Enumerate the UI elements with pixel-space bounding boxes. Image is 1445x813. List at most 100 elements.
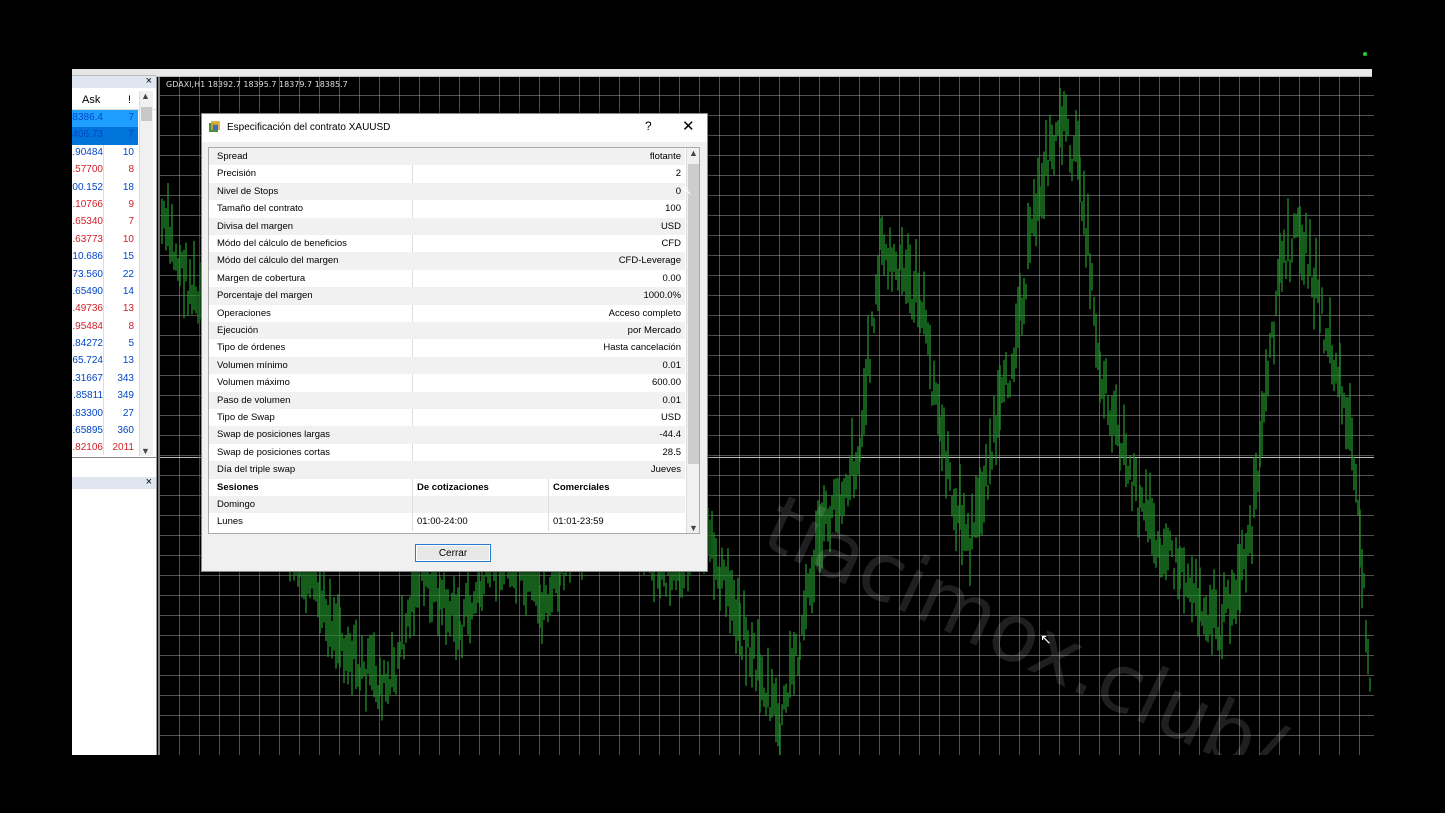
spec-row[interactable]: Tipo de Swap USD <box>209 409 685 426</box>
dialog-title: Especificación del contrato XAUUSD <box>227 122 391 133</box>
market-watch-row[interactable]: 00.152 18 <box>72 180 138 197</box>
spec-scrollbar[interactable]: ▲ ▼ <box>686 148 699 533</box>
market-watch-panel: × Ask ! 8386.4 7 406.73 7 .90484 10 .57700 8 00.… <box>72 69 157 755</box>
spec-key: Precisión <box>217 168 257 180</box>
spec-row[interactable]: Paso de volumen 0.01 <box>209 391 685 409</box>
market-watch-row[interactable]: .82106 2011 <box>72 440 138 457</box>
market-watch-row[interactable]: 8386.4 7 <box>72 110 138 128</box>
spec-row[interactable]: Día del triple swap Jueves <box>209 461 685 479</box>
spread-value: 7 <box>128 216 134 228</box>
spread-value: 8 <box>128 164 134 176</box>
market-watch-row[interactable]: 406.73 7 <box>72 127 138 145</box>
market-watch-row[interactable]: 73.560 22 <box>72 267 138 284</box>
market-watch-row[interactable]: .49736 13 <box>72 301 138 318</box>
market-watch-row[interactable]: .65490 14 <box>72 284 138 301</box>
market-watch-row[interactable]: .85811 349 <box>72 388 138 405</box>
spec-row[interactable]: Módo del cálculo del margen CFD-Leverage <box>209 252 685 270</box>
close-button[interactable]: Cerrar <box>415 544 491 562</box>
ask-price: 00.152 <box>72 181 103 193</box>
spec-row[interactable]: Swap de posiciones largas -44.4 <box>209 426 685 444</box>
scroll-up-icon[interactable]: ▲ <box>689 148 698 158</box>
market-watch-row[interactable]: .57700 8 <box>72 162 138 179</box>
ask-price: 73.560 <box>72 268 103 280</box>
ask-price: 406.73 <box>72 129 103 141</box>
spread-value: 13 <box>122 355 134 367</box>
ask-price: 8386.4 <box>72 112 103 123</box>
spec-row[interactable]: Precisión 2 <box>209 165 685 182</box>
column-header-spread[interactable]: ! <box>128 94 131 106</box>
column-header-ask[interactable]: Ask <box>82 94 100 106</box>
market-watch-row[interactable]: .83300 27 <box>72 406 138 423</box>
market-watch-row[interactable]: .84272 5 <box>72 336 138 353</box>
spec-row[interactable]: Swap de posiciones cortas 28.5 <box>209 444 685 461</box>
scroll-thumb[interactable] <box>141 107 152 121</box>
scroll-down-icon[interactable]: ▼ <box>141 446 150 456</box>
spread-value: 7 <box>128 112 134 123</box>
market-watch-row[interactable]: .65340 7 <box>72 214 138 231</box>
spread-value: 360 <box>117 425 134 437</box>
ask-price: .65895 <box>72 425 103 437</box>
help-icon[interactable]: ? <box>645 119 652 133</box>
ask-price: .65340 <box>72 216 103 228</box>
spec-row[interactable]: Módo del cálculo de beneficios CFD <box>209 235 685 252</box>
market-watch-row[interactable]: .63773 10 <box>72 232 138 249</box>
market-watch-row[interactable]: .95484 8 <box>72 319 138 336</box>
session-row[interactable]: Lunes 01:00-24:00 01:01-23:59 <box>209 513 685 530</box>
scroll-thumb[interactable] <box>688 164 699 464</box>
market-watch-row[interactable]: 65.724 13 <box>72 353 138 370</box>
spec-row[interactable]: Tipo de órdenes Hasta cancelación <box>209 339 685 356</box>
spec-key: Porcentaje del margen <box>217 290 313 302</box>
market-watch-row[interactable]: .10766 9 <box>72 197 138 214</box>
spread-value: 10 <box>122 233 134 245</box>
spread-value: 22 <box>122 268 134 280</box>
session-column-separator <box>548 478 549 531</box>
mouse-cursor-icon: ↖ <box>1040 631 1052 647</box>
market-watch-row[interactable]: .90484 10 <box>72 145 138 162</box>
ask-price: .10766 <box>72 198 103 210</box>
dialog-titlebar: Especificación del contrato XAUUSD ? ✕ <box>202 114 707 142</box>
ask-price: .65490 <box>72 285 103 297</box>
spec-key: Tipo de órdenes <box>217 342 286 354</box>
market-watch-row[interactable]: 10.686 15 <box>72 249 138 266</box>
session-day: Lunes <box>217 516 243 528</box>
spread-value: 10 <box>122 146 134 158</box>
ask-price: .57700 <box>72 164 103 176</box>
spec-row[interactable]: Divisa del margen USD <box>209 217 685 235</box>
spec-row[interactable]: Tamaño del contrato 100 <box>209 200 685 217</box>
spread-value: 27 <box>122 407 134 419</box>
market-watch-scrollbar[interactable]: ▲ ▼ <box>139 91 153 456</box>
sessions-header: Sesiones De cotizaciones Comerciales <box>209 479 685 496</box>
market-watch-close-icon[interactable]: × <box>146 75 152 87</box>
spec-row[interactable]: Margen de cobertura 0.00 <box>209 270 685 287</box>
spec-row[interactable]: Ejecución por Mercado <box>209 322 685 340</box>
session-day: Domingo <box>217 499 256 510</box>
spec-row[interactable]: Porcentaje del margen 1000.0% <box>209 287 685 305</box>
navigator-close-icon[interactable]: × <box>146 476 152 488</box>
spread-value: 15 <box>122 251 134 263</box>
dialog-body: ▲ ▼ Spread flotante Precisión 2 Nivel de Sto… <box>202 142 707 571</box>
spec-key: Divisa del margen <box>217 220 294 232</box>
mouse-cursor-icon: ↖ <box>681 182 693 198</box>
spec-row[interactable]: Nivel de Stops 0 <box>209 182 685 201</box>
market-watch-titlebar: × <box>72 75 156 88</box>
spec-key: Tamaño del contrato <box>217 203 304 215</box>
spread-value: 8 <box>128 320 134 332</box>
spec-row[interactable]: Operaciones Acceso completo <box>209 305 685 322</box>
close-icon[interactable]: ✕ <box>682 117 695 135</box>
spec-value: 600.00 <box>651 377 681 389</box>
ask-price: .83300 <box>72 407 103 419</box>
market-watch-row[interactable]: .65895 360 <box>72 423 138 440</box>
session-row[interactable]: Domingo <box>209 496 685 514</box>
spec-key: Módo del cálculo del margen <box>217 255 339 267</box>
spec-row[interactable]: Volumen máximo 600.00 <box>209 374 685 391</box>
divider <box>72 457 156 458</box>
scroll-down-icon[interactable]: ▼ <box>689 523 698 533</box>
status-dot <box>1363 52 1367 56</box>
market-watch-row[interactable]: .31667 343 <box>72 371 138 388</box>
spec-value: Acceso completo <box>608 307 681 319</box>
ask-price: .31667 <box>72 372 103 384</box>
scroll-up-icon[interactable]: ▲ <box>141 91 150 101</box>
spec-row[interactable]: Volumen mínimo 0.01 <box>209 356 685 375</box>
spec-row[interactable]: Spread flotante <box>209 148 685 166</box>
ask-price: .95484 <box>72 320 103 332</box>
